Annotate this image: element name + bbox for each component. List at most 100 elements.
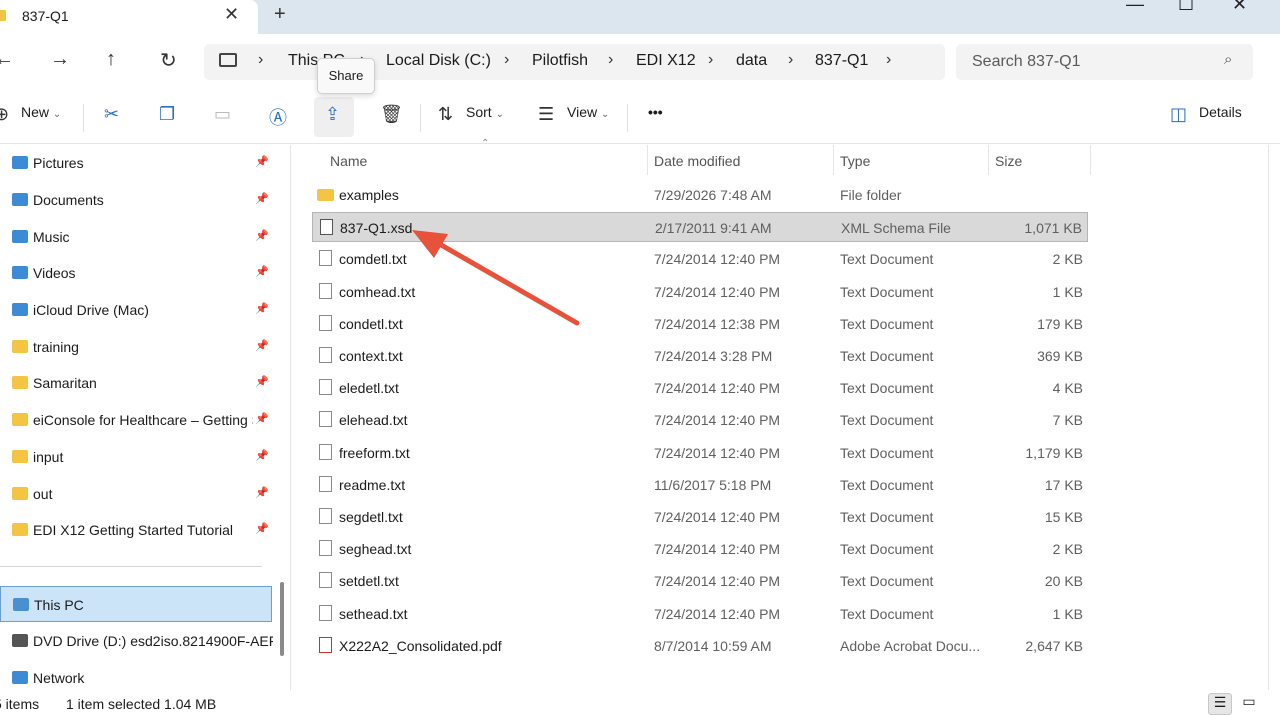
back-button[interactable]: ← xyxy=(0,48,14,71)
new-button[interactable]: New ⌄ xyxy=(21,104,61,120)
column-header-date[interactable]: Date modified xyxy=(654,153,740,169)
search-icon[interactable]: ⌕ xyxy=(1224,51,1232,68)
chevron-right-icon[interactable]: › xyxy=(504,51,509,69)
chevron-right-icon[interactable]: › xyxy=(886,51,891,69)
pane-splitter[interactable] xyxy=(290,145,291,690)
file-row[interactable]: seghead.txt 7/24/2014 12:40 PM Text Docume… xyxy=(312,534,1088,564)
pin-icon: 📌 xyxy=(255,376,269,388)
view-button[interactable]: View ⌄ xyxy=(567,104,609,120)
file-type: Adobe Acrobat Docu... xyxy=(840,638,981,654)
chevron-right-icon[interactable]: › xyxy=(258,51,263,69)
breadcrumb-edi-x12[interactable]: EDI X12 xyxy=(636,52,696,70)
file-row[interactable]: context.txt 7/24/2014 3:28 PM Text Documen… xyxy=(312,341,1088,371)
column-divider[interactable] xyxy=(833,145,834,175)
details-button[interactable]: Details xyxy=(1199,104,1242,120)
pin-icon: 📌 xyxy=(255,303,269,315)
file-size: 4 KB xyxy=(1052,380,1083,396)
folder-icon xyxy=(12,376,28,389)
file-type: Text Document xyxy=(840,251,934,267)
file-row[interactable]: elehead.txt 7/24/2014 12:40 PM Text Docume… xyxy=(312,405,1088,435)
file-type: Text Document xyxy=(840,509,934,525)
pin-icon: 📌 xyxy=(255,156,269,168)
address-bar[interactable]: › This PC › Local Disk (C:) › Pilotfish … xyxy=(204,44,945,80)
new-tab-button[interactable]: + xyxy=(274,3,286,26)
column-header-type[interactable]: Type xyxy=(840,153,870,169)
file-name: setdetl.txt xyxy=(339,573,399,589)
documents-folder-icon xyxy=(12,193,28,206)
details-view-button[interactable]: ☰ xyxy=(1208,693,1232,715)
sidebar-item-out[interactable]: out 📌 xyxy=(0,479,272,509)
file-size: 15 KB xyxy=(1044,509,1083,525)
chevron-right-icon[interactable]: › xyxy=(608,51,613,69)
sidebar-item-edi-tutorial[interactable]: EDI X12 Getting Started Tutorial 📌 xyxy=(0,515,272,545)
sidebar-item-eiconsole[interactable]: eiConsole for Healthcare – Getting S 📌 xyxy=(0,405,272,435)
breadcrumb-pilotfish[interactable]: Pilotfish xyxy=(532,52,588,70)
sidebar-scrollbar[interactable] xyxy=(280,582,284,656)
sidebar-item-pictures[interactable]: Pictures 📌 xyxy=(0,148,272,178)
text-file-icon xyxy=(319,283,332,299)
minimize-button[interactable]: — xyxy=(1126,0,1144,15)
column-header-name[interactable]: Name xyxy=(330,153,367,169)
file-row[interactable]: freeform.txt 7/24/2014 12:40 PM Text Docum… xyxy=(312,438,1088,468)
column-divider[interactable] xyxy=(1090,145,1091,175)
text-file-icon xyxy=(319,411,332,427)
file-date-modified: 11/6/2017 5:18 PM xyxy=(654,477,772,493)
chevron-right-icon[interactable]: › xyxy=(708,51,713,69)
sidebar-item-samaritan[interactable]: Samaritan 📌 xyxy=(0,368,272,398)
folder-icon xyxy=(12,340,28,353)
sidebar-item-network[interactable]: Network xyxy=(0,663,272,693)
text-file-icon xyxy=(319,508,332,524)
file-row[interactable]: X222A2_Consolidated.pdf 8/7/2014 10:59 AM… xyxy=(312,631,1088,661)
breadcrumb-data[interactable]: data xyxy=(736,52,767,70)
sidebar-item-icloud[interactable]: iCloud Drive (Mac) 📌 xyxy=(0,295,272,325)
share-button[interactable]: ⇪ xyxy=(314,97,354,137)
item-count: 5 items xyxy=(0,696,40,712)
content-scrollbar-track xyxy=(1268,145,1269,690)
breadcrumb-local-disk[interactable]: Local Disk (C:) xyxy=(386,52,491,70)
file-row[interactable]: sethead.txt 7/24/2014 12:40 PM Text Docume… xyxy=(312,599,1088,629)
pdf-file-icon xyxy=(319,637,332,653)
file-size: 1 KB xyxy=(1052,606,1083,622)
sidebar-item-documents[interactable]: Documents 📌 xyxy=(0,185,272,215)
maximize-button[interactable]: ☐ xyxy=(1178,0,1194,15)
column-divider[interactable] xyxy=(647,145,648,175)
sidebar-item-this-pc[interactable]: This PC xyxy=(0,586,272,622)
copy-icon[interactable]: ❐ xyxy=(159,104,175,125)
breadcrumb-837-q1[interactable]: 837-Q1 xyxy=(815,52,868,70)
file-row[interactable]: examples 7/29/2026 7:48 AM File folder xyxy=(312,180,1088,210)
chevron-right-icon[interactable]: › xyxy=(788,51,793,69)
sort-ascending-icon: ⌃ xyxy=(481,138,490,149)
refresh-button[interactable]: ↻ xyxy=(160,48,177,73)
forward-button[interactable]: → xyxy=(50,48,70,71)
delete-icon[interactable]: 🗑 xyxy=(380,104,403,125)
sidebar-item-videos[interactable]: Videos 📌 xyxy=(0,258,272,288)
file-type: Text Document xyxy=(840,541,934,557)
file-row[interactable]: setdetl.txt 7/24/2014 12:40 PM Text Docume… xyxy=(312,566,1088,596)
tiles-view-button[interactable]: ▭ xyxy=(1237,693,1261,715)
column-divider[interactable] xyxy=(988,145,989,175)
column-header-size[interactable]: Size xyxy=(995,153,1022,169)
sidebar-item-music[interactable]: Music 📌 xyxy=(0,222,272,252)
rename-icon[interactable]: Ⓐ xyxy=(269,104,287,130)
more-options-button[interactable]: ••• xyxy=(648,104,663,120)
close-tab-icon[interactable]: ✕ xyxy=(224,4,239,25)
up-button[interactable]: ↑ xyxy=(106,48,116,71)
view-icon: ☰ xyxy=(538,104,555,124)
sort-button[interactable]: Sort ⌄ xyxy=(466,104,504,120)
paste-icon[interactable]: ▭ xyxy=(214,104,231,125)
sidebar-item-input[interactable]: input 📌 xyxy=(0,442,272,472)
text-file-icon xyxy=(319,605,332,621)
navigation-pane: Pictures 📌 Documents 📌 Music 📌 Videos 📌 … xyxy=(0,145,284,693)
close-window-button[interactable]: ✕ xyxy=(1232,0,1247,15)
sidebar-item-training[interactable]: training 📌 xyxy=(0,332,272,362)
xsd-file-icon xyxy=(320,219,333,235)
cut-icon[interactable]: ✂ xyxy=(104,104,119,125)
file-row[interactable]: eledetl.txt 7/24/2014 12:40 PM Text Docume… xyxy=(312,373,1088,403)
sidebar-item-label: Pictures xyxy=(33,155,84,171)
sidebar-item-dvd-drive[interactable]: DVD Drive (D:) esd2iso.8214900F-AEFA- xyxy=(0,626,273,656)
file-row[interactable]: readme.txt 11/6/2017 5:18 PM Text Document… xyxy=(312,470,1088,500)
search-input[interactable]: Search 837-Q1 ⌕ xyxy=(956,44,1253,80)
file-date-modified: 7/24/2014 3:28 PM xyxy=(654,348,773,364)
tab-837-q1[interactable]: 837-Q1 ✕ xyxy=(0,0,258,34)
file-row[interactable]: segdetl.txt 7/24/2014 12:40 PM Text Docume… xyxy=(312,502,1088,532)
